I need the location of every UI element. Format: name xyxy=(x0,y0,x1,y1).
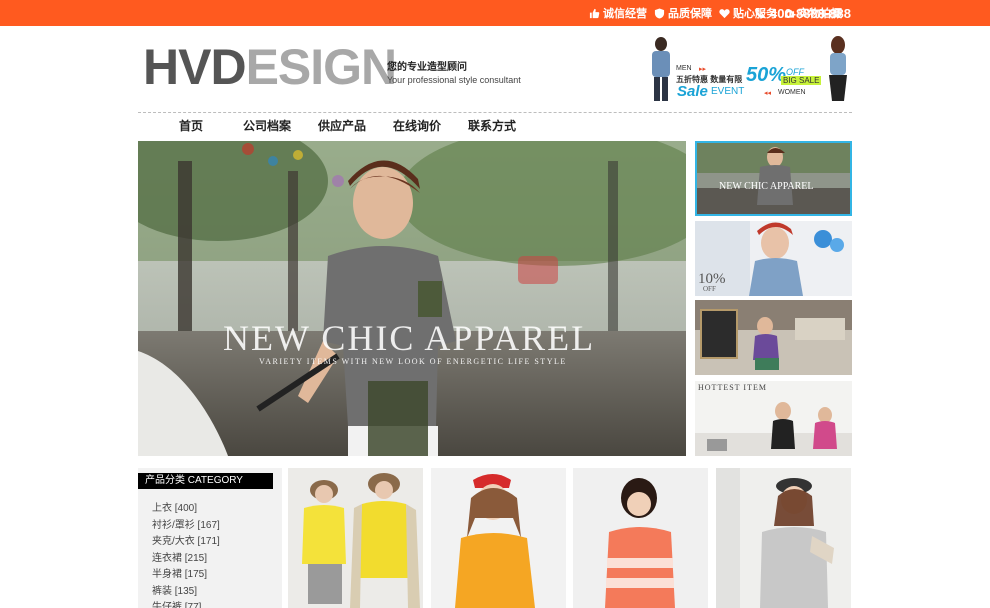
nav-products[interactable]: 供应产品 xyxy=(318,117,366,134)
thumb-4-caption: HOTTEST ITEM xyxy=(698,383,767,392)
thumb-1-caption: NEW CHIC APPAREL xyxy=(719,181,814,192)
category-item[interactable]: 夹克/大衣 [171] xyxy=(152,534,220,551)
heart-icon xyxy=(719,8,730,18)
nav-inquiry[interactable]: 在线询价 xyxy=(393,117,441,134)
category-item[interactable]: 裤装 [135] xyxy=(152,584,220,601)
product-card-1[interactable] xyxy=(288,468,423,608)
ad-big-sale: BIG SALE xyxy=(781,76,822,85)
logo-text-dark: HVD xyxy=(143,39,247,95)
header-divider xyxy=(138,112,852,113)
ad-event-word: EVENT xyxy=(711,86,745,97)
product-card-2[interactable] xyxy=(431,468,566,608)
phone-icon xyxy=(755,8,765,18)
hero-slider[interactable]: NEW CHIC APPAREL VARIETY ITEMS WITH NEW … xyxy=(138,141,686,456)
top-bar: 诚信经营 品质保障 贴心服务 实物拍摄 400-8888-888 xyxy=(0,0,990,26)
tagline-en: Your professional style consultant xyxy=(387,75,521,85)
product-image-2 xyxy=(431,468,566,608)
thumb-2-off: OFF xyxy=(703,285,716,293)
ad-men-label: MEN xyxy=(676,65,692,72)
category-heading: 产品分类 CATEGORY xyxy=(138,473,273,489)
tagline-cn: 您的专业造型顾问 xyxy=(387,62,467,73)
thumbs-up-icon xyxy=(589,8,600,18)
category-item[interactable]: 半身裙 [175] xyxy=(152,567,220,584)
product-image-4 xyxy=(716,468,851,608)
logo-tagline: 您的专业造型顾问 Your professional style consult… xyxy=(387,62,521,86)
slider-thumb-2[interactable]: 10% OFF xyxy=(695,221,852,296)
badge-quality[interactable]: 品质保障 xyxy=(654,5,712,21)
nav-contact[interactable]: 联系方式 xyxy=(468,117,516,134)
woman-model-image xyxy=(829,36,847,101)
product-card-3[interactable] xyxy=(573,468,708,608)
hero-image xyxy=(138,141,686,456)
man-model-image xyxy=(652,37,670,101)
thumb-image-3 xyxy=(695,300,852,375)
product-image-3 xyxy=(573,468,708,608)
category-item[interactable]: 牛仔裤 [77] xyxy=(152,600,220,608)
sale-banner[interactable]: MEN ▸▸ 五折特惠 数量有限 Sale EVENT 50% OFF BIG … xyxy=(644,34,852,104)
slider-thumb-3[interactable] xyxy=(695,300,852,375)
ad-women-label: WOMEN xyxy=(778,89,806,96)
category-list: 上衣 [400] 衬衫/罩衫 [167] 夹克/大衣 [171] 连衣裙 [21… xyxy=(152,501,220,608)
category-panel: 产品分类 CATEGORY 上衣 [400] 衬衫/罩衫 [167] 夹克/大衣… xyxy=(138,468,282,608)
arrow-left-icon: ◂◂ xyxy=(764,90,772,97)
category-item[interactable]: 衬衫/罩衫 [167] xyxy=(152,518,220,535)
thumb-image-1 xyxy=(697,143,850,214)
shield-icon xyxy=(654,7,665,19)
arrow-right-icon: ▸▸ xyxy=(699,66,707,73)
hero-title: NEW CHIC APPAREL xyxy=(223,318,596,358)
slider-thumb-4[interactable]: HOTTEST ITEM xyxy=(695,381,852,456)
hero-subtitle: VARIETY ITEMS WITH NEW LOOK OF ENERGETIC… xyxy=(259,357,567,366)
ad-sale-word: Sale xyxy=(677,83,708,100)
nav-home[interactable]: 首页 xyxy=(179,117,203,134)
product-card-4[interactable] xyxy=(716,468,851,608)
badge-integrity[interactable]: 诚信经营 xyxy=(589,5,647,21)
slider-thumb-1[interactable]: NEW CHIC APPAREL xyxy=(695,141,852,216)
site-logo[interactable]: HVD ESIGN xyxy=(143,39,398,95)
product-image-1 xyxy=(288,468,423,608)
nav-company-profile[interactable]: 公司档案 xyxy=(243,117,291,134)
thumb-image-4 xyxy=(695,381,852,456)
category-item[interactable]: 连衣裙 [215] xyxy=(152,551,220,568)
category-item[interactable]: 上衣 [400] xyxy=(152,501,220,518)
hotline[interactable]: 400-8888-888 xyxy=(754,0,851,26)
logo-text-light: ESIGN xyxy=(245,39,398,95)
